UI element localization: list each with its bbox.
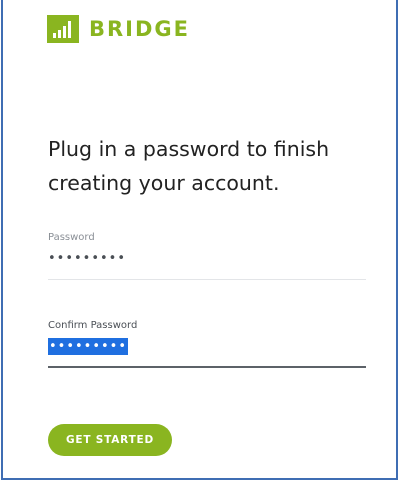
- password-value: •••••••••: [48, 251, 127, 266]
- login-panel: BRIDGE Plug in a password to finish crea…: [1, 0, 398, 480]
- password-input[interactable]: •••••••••: [48, 249, 366, 280]
- brand-name: BRIDGE: [89, 17, 191, 41]
- confirm-password-label: Confirm Password: [48, 320, 138, 331]
- confirm-password-value: •••••••••: [48, 338, 129, 355]
- bars-chart-icon: [47, 15, 79, 43]
- confirm-password-input[interactable]: •••••••••: [48, 337, 366, 368]
- password-field-group: Password •••••••••: [48, 232, 366, 280]
- brand-logo: BRIDGE: [47, 15, 190, 43]
- get-started-button[interactable]: GET STARTED: [48, 424, 172, 456]
- page-title: Plug in a password to finish creating yo…: [48, 137, 330, 195]
- password-label: Password: [48, 232, 95, 243]
- confirm-password-field-group: Confirm Password •••••••••: [48, 320, 366, 368]
